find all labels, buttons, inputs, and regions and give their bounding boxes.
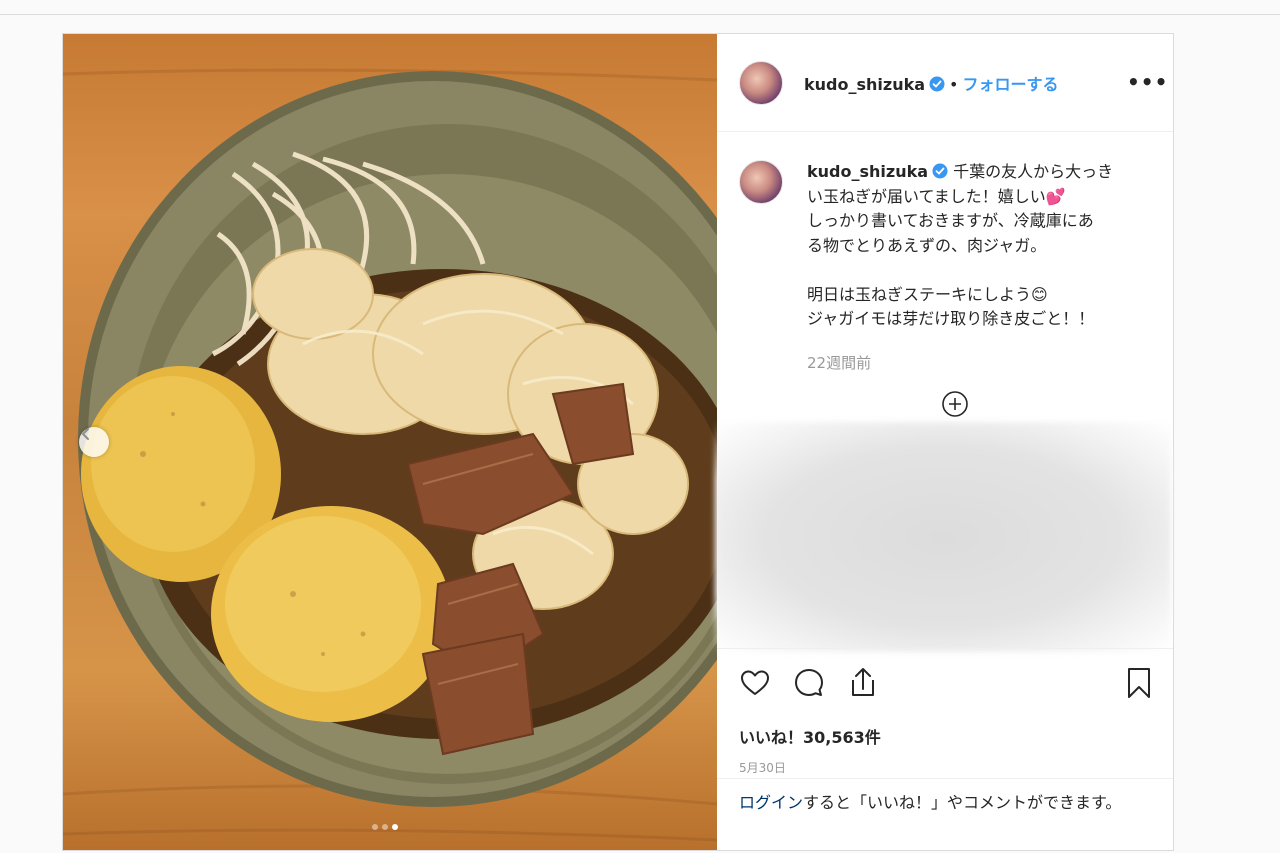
caption-timestamp[interactable]: 22週間前 xyxy=(807,352,871,373)
avatar[interactable] xyxy=(739,61,783,105)
caption-line: る物でとりあえずの、肉ジャガ。 xyxy=(807,235,1047,255)
login-prompt-text: ログインすると「いいね！」やコメントができます。 xyxy=(739,791,1149,815)
comment-icon[interactable] xyxy=(791,665,827,701)
plus-circle-icon xyxy=(942,391,968,417)
caption-line: ジャガイモは芽だけ取り除き皮ごと！！ xyxy=(807,309,1095,328)
login-prompt-rest: すると「いいね！」やコメントができます。 xyxy=(803,793,1122,812)
share-icon[interactable] xyxy=(845,665,881,701)
instagram-post: kudo_shizuka • フォローする ••• kudo_shizuka 千葉の… xyxy=(62,33,1174,851)
carousel-dot xyxy=(372,824,378,830)
carousel-indicator xyxy=(372,824,398,830)
login-link[interactable]: ログイン xyxy=(739,793,803,812)
caption-line: 千葉の友人から大っき xyxy=(953,162,1114,181)
separator-dot: • xyxy=(949,75,959,94)
more-options-icon[interactable]: ••• xyxy=(1127,70,1168,94)
verified-badge-icon xyxy=(929,76,945,92)
chevron-left-icon xyxy=(81,428,89,440)
login-prompt: ログインすると「いいね！」やコメントができます。 xyxy=(717,778,1173,850)
caption-line: しっかり書いておきますが、冷蔵庫にあ xyxy=(807,211,1094,230)
heart-icon[interactable] xyxy=(737,665,773,701)
verified-badge-icon xyxy=(932,163,948,179)
post-header: kudo_shizuka • フォローする ••• xyxy=(717,34,1173,132)
caption-blank-line xyxy=(807,258,1159,283)
post-side-panel: kudo_shizuka • フォローする ••• kudo_shizuka 千葉の… xyxy=(715,34,1173,850)
bookmark-icon[interactable] xyxy=(1121,665,1157,701)
carousel-dot-active xyxy=(392,824,398,830)
like-count[interactable]: いいね！30,563件 xyxy=(739,724,881,748)
caption-username-link[interactable]: kudo_shizuka xyxy=(807,162,928,181)
post-actions: いいね！30,563件 5月30日 xyxy=(717,648,1173,778)
caption-line: い玉ねぎが届いてました！嬉しい💕 xyxy=(807,186,1066,206)
caption-line: 明日は玉ねぎステーキにしよう😊 xyxy=(807,284,1048,304)
header-user-line: kudo_shizuka • フォローする xyxy=(804,71,1058,95)
username-link[interactable]: kudo_shizuka xyxy=(804,75,925,94)
load-more-comments-button[interactable] xyxy=(941,390,969,418)
top-divider xyxy=(0,14,1280,15)
post-photo[interactable] xyxy=(63,34,717,850)
post-date: 5月30日 xyxy=(739,761,786,775)
carousel-dot xyxy=(382,824,388,830)
carousel-prev-button[interactable] xyxy=(79,427,109,457)
follow-button[interactable]: フォローする xyxy=(962,75,1058,94)
avatar[interactable] xyxy=(739,160,783,204)
nikujaga-photo xyxy=(63,68,717,842)
blurred-comments-area xyxy=(715,422,1171,652)
post-caption: kudo_shizuka 千葉の友人から大っき い玉ねぎが届いてました！嬉しい💕… xyxy=(807,160,1159,332)
